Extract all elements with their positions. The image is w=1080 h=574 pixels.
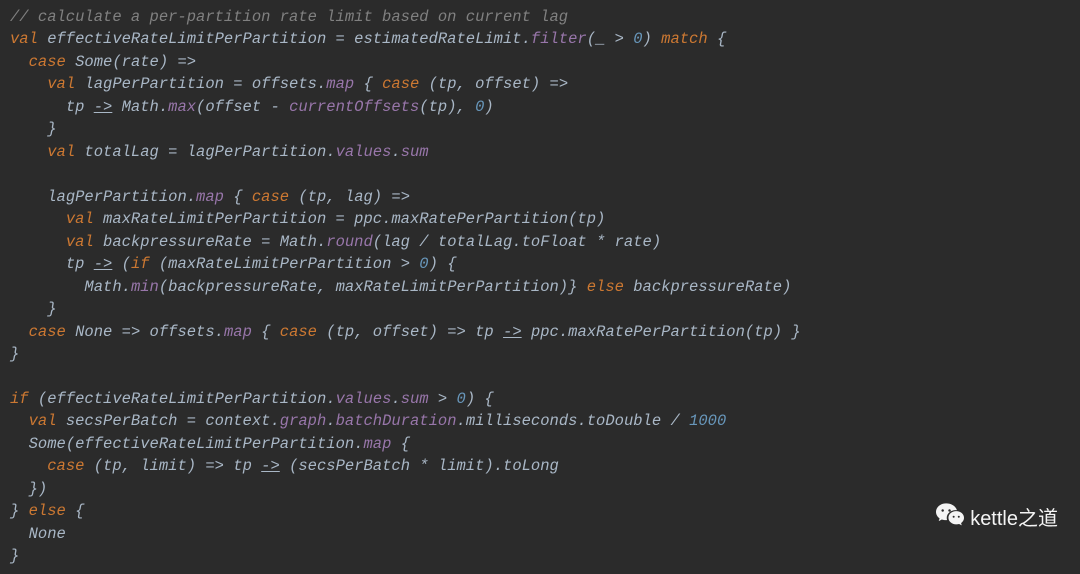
comment: // calculate a per-partition rate limit … bbox=[10, 8, 568, 26]
wechat-icon bbox=[936, 503, 964, 536]
kw-case: case bbox=[29, 53, 66, 71]
watermark-text: kettle之道 bbox=[970, 505, 1058, 534]
code-block: // calculate a per-partition rate limit … bbox=[0, 0, 1080, 574]
kw-val: val bbox=[10, 30, 38, 48]
watermark: kettle之道 bbox=[936, 503, 1058, 536]
